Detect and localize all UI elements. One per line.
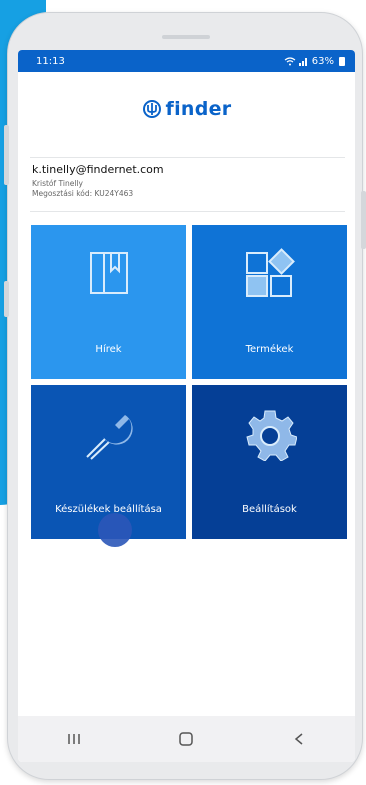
battery-icon <box>339 56 345 66</box>
book-icon <box>31 247 186 297</box>
tile-settings-label: Beállítások <box>242 504 297 515</box>
products-icon <box>192 247 347 301</box>
app-screen: 11:13 63% finder k.tinelly@findernet.com… <box>18 50 355 762</box>
recent-apps-button[interactable] <box>54 724 94 754</box>
battery-percent: 63% <box>311 55 334 67</box>
recent-apps-icon <box>68 734 80 744</box>
menu-grid: Hírek Termékek Készülékek beállítása Beá… <box>31 225 347 539</box>
user-email: k.tinelly@findernet.com <box>32 163 164 176</box>
logo-text: finder <box>165 98 232 120</box>
bixby-button <box>4 281 9 317</box>
power-button <box>361 191 366 249</box>
status-indicators: 63% <box>284 56 345 67</box>
back-button[interactable] <box>279 724 319 754</box>
tile-news-label: Hírek <box>95 344 122 355</box>
home-icon <box>179 732 194 746</box>
finder-logo: finder <box>18 98 355 120</box>
finder-logo-icon <box>142 100 161 118</box>
divider-top <box>30 157 345 158</box>
share-code: Megosztási kód: KU24Y463 <box>32 189 134 198</box>
home-button[interactable] <box>166 724 206 754</box>
status-bar: 11:13 63% <box>18 50 355 72</box>
signal-icon <box>298 57 307 66</box>
android-nav-bar <box>18 716 355 762</box>
back-icon <box>294 733 303 745</box>
touch-indicator <box>98 513 132 547</box>
earpiece-speaker <box>162 35 210 39</box>
user-name: Kristóf Tinelly <box>32 179 83 188</box>
user-info: k.tinelly@findernet.com Kristóf Tinelly … <box>32 163 164 199</box>
wifi-icon <box>284 56 296 65</box>
volume-button <box>4 125 9 185</box>
status-time: 11:13 <box>36 55 65 67</box>
tile-products-label: Termékek <box>245 344 294 355</box>
divider-bottom <box>30 211 345 212</box>
gear-icon <box>192 407 347 461</box>
wrench-icon <box>31 407 186 463</box>
tile-settings[interactable]: Beállítások <box>192 385 347 539</box>
tile-news[interactable]: Hírek <box>31 225 186 379</box>
tile-products[interactable]: Termékek <box>192 225 347 379</box>
